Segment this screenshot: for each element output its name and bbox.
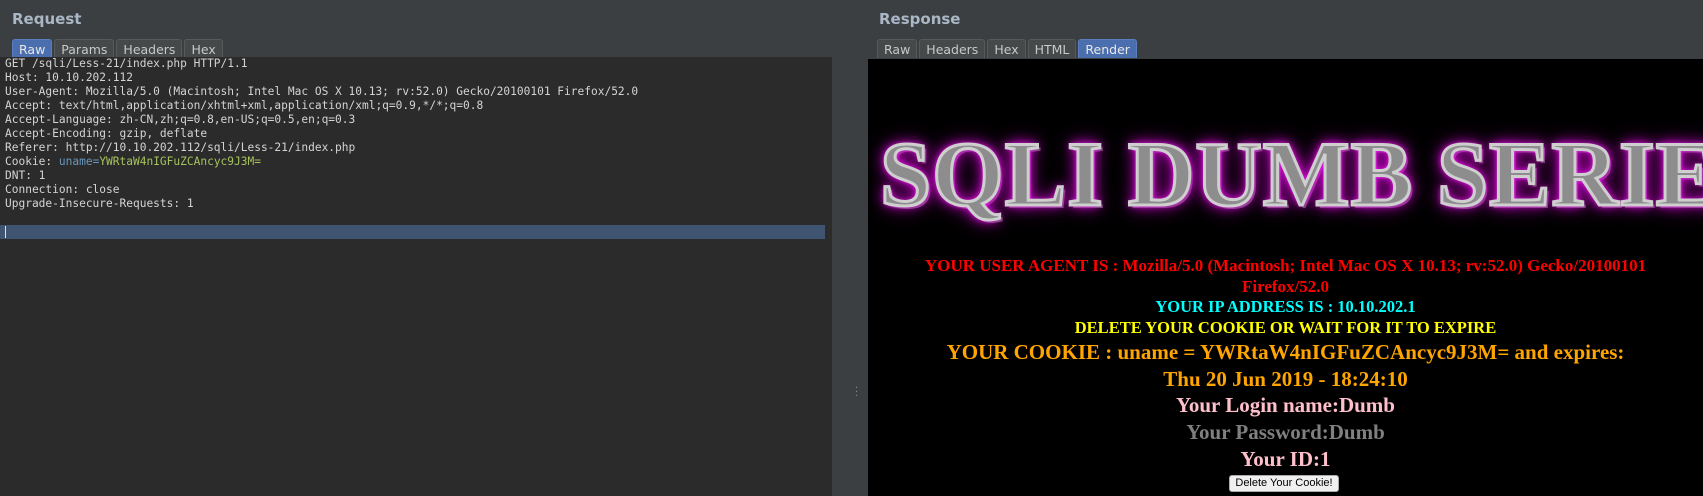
request-line: GET /sqli/Less-21/index.php HTTP/1.1	[5, 57, 248, 70]
response-tab-hex[interactable]: Hex	[987, 39, 1026, 58]
text-caret	[5, 226, 6, 238]
request-pane: Request Raw Params Headers Hex GET /sqli…	[0, 0, 857, 496]
request-line: Accept-Encoding: gzip, deflate	[5, 127, 208, 140]
cookie-text: YOUR COOKIE : uname = YWRtaW4nIGFuZCAncy…	[946, 340, 1625, 364]
delete-cookie-notice: DELETE YOUR COOKIE OR WAIT FOR IT TO EXP…	[1074, 318, 1497, 337]
sqli-banner-logo: SQLI DUMB SERIES	[878, 122, 1703, 227]
request-cursor-line[interactable]	[0, 225, 825, 239]
user-id-text: Your ID:1	[1240, 447, 1331, 471]
request-tab-params[interactable]: Params	[54, 39, 115, 58]
login-name-text: Your Login name:Dumb	[1176, 393, 1395, 417]
request-line: User-Agent: Mozilla/5.0 (Macintosh; Inte…	[5, 85, 639, 98]
request-line: Accept-Language: zh-CN,zh;q=0.8,en-US;q=…	[5, 113, 356, 126]
response-tab-html[interactable]: HTML	[1027, 39, 1077, 58]
cookie-value: YWRtaW4nIGFuZCAncyc9J3M=	[99, 155, 261, 168]
rendered-page: SQLI DUMB SERIES YOUR USER AGENT IS : Mo…	[868, 59, 1703, 496]
response-pane: Response Raw Headers Hex HTML Render SQL…	[868, 0, 1703, 496]
cookie-expiry-text: Thu 20 Jun 2019 - 18:24:10	[1163, 367, 1408, 391]
password-text: Your Password:Dumb	[1186, 420, 1385, 444]
request-tabs: Raw Params Headers Hex	[12, 39, 223, 58]
request-tab-headers[interactable]: Headers	[116, 39, 183, 58]
pane-divider[interactable]	[857, 0, 868, 496]
delete-cookie-button[interactable]: Delete Your Cookie!	[1229, 475, 1339, 492]
drag-handle-icon[interactable]: · · ·	[855, 384, 861, 402]
request-editor[interactable]: GET /sqli/Less-21/index.php HTTP/1.1 Hos…	[0, 57, 832, 496]
request-line: Accept: text/html,application/xhtml+xml,…	[5, 99, 484, 112]
request-tab-hex[interactable]: Hex	[184, 39, 223, 58]
request-line: Referer: http://10.10.202.112/sqli/Less-…	[5, 141, 356, 154]
response-tab-headers[interactable]: Headers	[919, 39, 986, 58]
ip-address-text: YOUR IP ADDRESS IS : 10.10.202.1	[1155, 297, 1416, 316]
user-agent-text: YOUR USER AGENT IS : Mozilla/5.0 (Macint…	[924, 256, 1647, 296]
response-tabs: Raw Headers Hex HTML Render	[877, 39, 1137, 58]
response-tab-raw[interactable]: Raw	[877, 39, 918, 58]
cookie-name: uname=	[58, 155, 100, 168]
request-title: Request	[12, 10, 82, 28]
cookie-line: Cookie: uname=YWRtaW4nIGFuZCAncyc9J3M=	[0, 155, 832, 169]
request-line: Upgrade-Insecure-Requests: 1	[5, 197, 194, 210]
response-tab-render[interactable]: Render	[1078, 39, 1137, 58]
request-line: Connection: close	[5, 183, 120, 196]
request-line: DNT: 1	[5, 169, 46, 182]
request-blank-line	[0, 211, 832, 225]
cookie-header-label: Cookie:	[5, 155, 59, 168]
response-title: Response	[879, 10, 961, 28]
request-line: Host: 10.10.202.112	[5, 71, 133, 84]
request-tab-raw[interactable]: Raw	[12, 39, 53, 58]
